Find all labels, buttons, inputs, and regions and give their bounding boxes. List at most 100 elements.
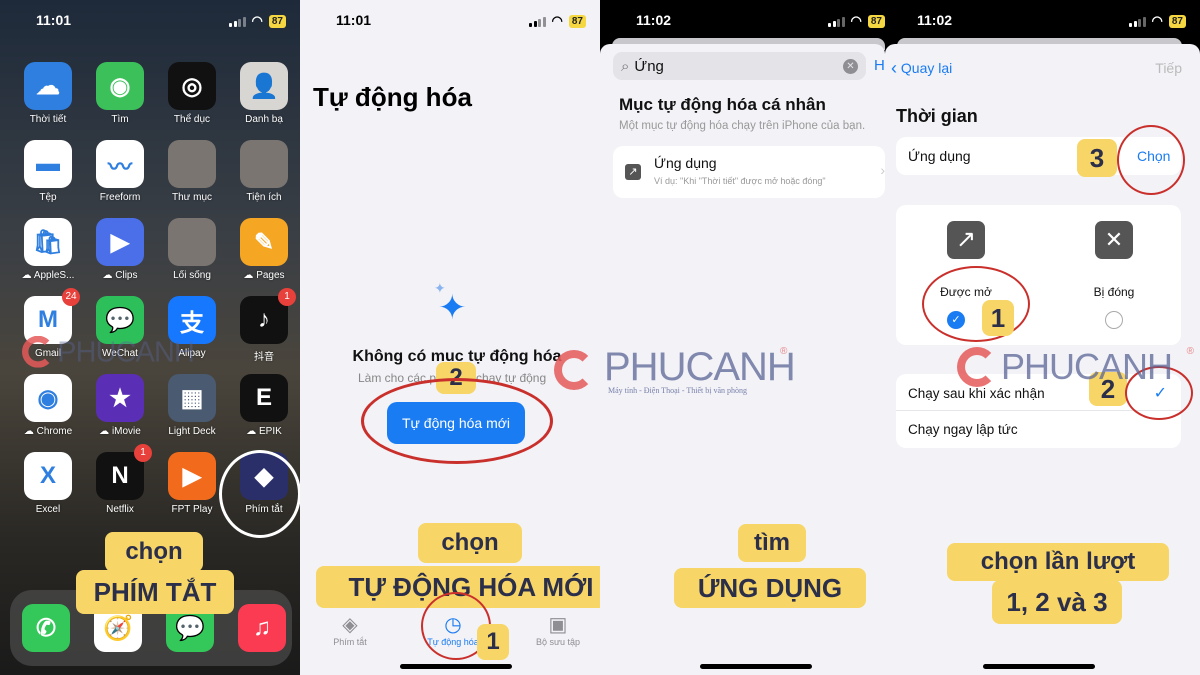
pages-icon: ✎ [240,218,288,266]
cloud-download-icon: ☁ [246,426,259,437]
section-subtitle: Một mục tự động hóa chạy trên iPhone của… [619,120,866,132]
config-panel: 11:02 ◠ 87 ‹ Quay lại Tiếp Thời gian Ứng… [885,0,1200,675]
search-field[interactable]: ⌕ Ứng ✕ [613,52,866,80]
app-label: EPIK [258,426,282,437]
app-imovie[interactable]: ★ ☁ iMovie [88,374,152,437]
closed-checkbox[interactable] [1105,311,1123,329]
app-label: iMovie [111,426,141,437]
next-button[interactable]: Tiếp [1155,60,1182,76]
watermark-logo-icon [957,347,997,387]
phone-icon: ✆ [22,604,70,652]
lifestyle-folder-icon [168,218,216,266]
folder-icon [168,140,216,188]
step-badge-3: 3 [1077,139,1117,177]
app-label: FPT Play [171,504,213,515]
run-immediately-row[interactable]: Chạy ngay lập tức [896,411,1181,448]
empty-title: Không có mục tự động hóa [352,348,562,365]
app-fpt-play[interactable]: ▶ FPT Play [160,452,224,515]
files-icon: ▬ [24,140,72,188]
tab-2[interactable]: ▣ Bộ sưu tập [518,612,598,647]
highlight-ellipse [922,266,1030,342]
back-button[interactable]: ‹ Quay lại [891,58,952,79]
app-chrome[interactable]: ◉ ☁ Chrome [16,374,80,437]
fpt-play-icon: ▶ [168,452,216,500]
app-lifestyle-folder[interactable]: Lối sống [160,218,224,281]
netflix-icon: N1 [96,444,152,500]
watermark: PHUCANH [600,345,796,390]
notification-badge: 1 [278,288,296,306]
music-icon: ♫ [238,604,286,652]
excel-icon: X [24,452,72,500]
signal-icon [229,16,246,27]
step-badge-1: 1 [982,300,1014,336]
app-apple-store[interactable]: 🛍 ☁ AppleS... [16,218,80,281]
clear-icon[interactable]: ✕ [843,58,858,74]
app-fitness[interactable]: ◎ Thể dục [160,62,224,125]
section-title: Mục tự động hóa cá nhân [619,95,826,114]
app-label: Thể dục [173,114,211,125]
caption-top: chọn [418,523,522,563]
step-badge: 1 [477,624,509,660]
run-immediately-label: Chạy ngay lập tức [908,422,1018,437]
trigger-closed[interactable]: ✕ Bị đóng [1074,221,1154,329]
status-time: 11:01 [36,12,72,28]
app-netflix[interactable]: N 1 Netflix [88,444,152,515]
status-time: 11:02 [917,12,953,28]
caption-bottom: 1, 2 và 3 [992,580,1122,624]
back-label: Quay lại [900,60,953,76]
wifi-icon: ◠ [251,13,263,28]
caption-top: chọn [105,532,203,572]
caption-top: chọn lần lượt [947,543,1169,581]
battery-icon: 87 [1168,14,1186,28]
app-pages[interactable]: ✎ ☁ Pages [232,218,296,281]
app-label: Chrome [36,426,73,437]
dock-phone[interactable]: ✆ [14,604,78,652]
chevron-left-icon: ‹ [891,58,897,78]
watermark-brand: PHUCANH [604,345,796,389]
apple-store-icon: 🛍 [24,218,72,266]
cloud-download-icon: ☁ [21,270,34,281]
app-excel[interactable]: X Excel [16,452,80,515]
app-weather[interactable]: ☁ Thời tiết [16,62,80,125]
app-label: Tiện ích [246,192,282,203]
battery-icon: 87 [268,14,286,28]
app-clips[interactable]: ▶ ☁ Clips [88,218,152,281]
run-after-confirm-label: Chạy sau khi xác nhận [908,386,1045,401]
status-time: 11:02 [636,12,672,28]
highlight-ellipse [361,378,553,464]
highlight-ring [1117,125,1185,195]
tab-0[interactable]: ◈ Phím tắt [310,612,390,647]
signal-icon [1129,16,1146,27]
app-utilities-folder[interactable]: Tiện ích [232,140,296,203]
tab-label: Phím tắt [333,637,367,647]
watermark: PHUCANH [22,335,195,369]
app-label: Clips [115,270,138,281]
result-app-row[interactable]: ↗ Ứng dụng Ví dụ: "Khi "Thời tiết" được … [613,146,885,198]
status-bar: 11:01 ◠ 87 [300,12,600,32]
x-icon: ✕ [1095,221,1133,259]
app-freeform[interactable]: 〰 Freeform [88,140,152,203]
watermark-registered: ® [1186,346,1194,357]
clips-icon: ▶ [96,218,144,266]
app-epik[interactable]: E ☁ EPIK [232,374,296,437]
app-contacts[interactable]: 👤 Danh bạ [232,62,296,125]
app-folder[interactable]: Thư mục [160,140,224,203]
app-douyin[interactable]: ♪ 1 抖音 [232,288,296,363]
weather-icon: ☁ [24,62,72,110]
search-panel: 11:02 ◠ 87 ⌕ Ứng ✕ H Mục tự động hóa cá … [600,0,885,675]
cancel-button[interactable]: H [874,57,885,74]
notification-badge: 1 [134,444,152,462]
dock-music[interactable]: ♫ [230,604,294,652]
app-label: Lối sống [173,270,211,281]
app-files[interactable]: ▬ Tệp [16,140,80,203]
imovie-icon: ★ [96,374,144,422]
app-light-deck[interactable]: ▦ Light Deck [160,374,224,437]
contacts-icon: 👤 [240,62,288,110]
app-find-my[interactable]: ◉ Tìm [88,62,152,125]
search-input[interactable]: Ứng [634,58,843,75]
app-label: Netflix [106,504,134,515]
tab-label: Bộ sưu tập [535,637,581,647]
status-bar: 11:02 ◠ 87 [885,12,1200,32]
watermark-registered: ® [780,346,788,357]
signal-icon [529,16,546,27]
